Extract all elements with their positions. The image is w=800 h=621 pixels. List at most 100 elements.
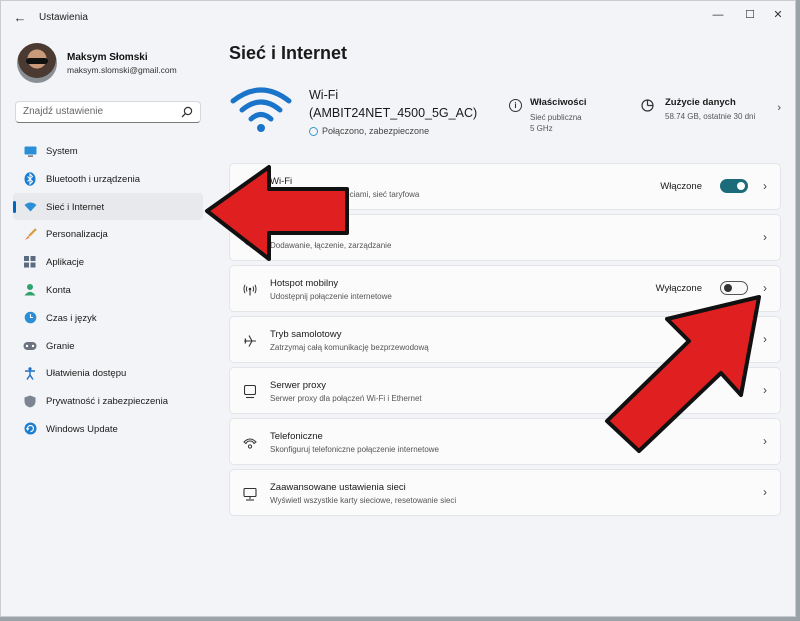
card-title: Zaawansowane ustawienia sieci (270, 482, 406, 493)
sidebar-item-personalization[interactable]: Personalizacja (13, 220, 203, 248)
wifi-card[interactable]: Wi-Fi Zarządzaj znanymi sieciami, sieć t… (229, 163, 781, 210)
sidebar-item-gaming[interactable]: Granie (13, 332, 203, 360)
airplane-icon (242, 333, 258, 349)
wifi-name-line2: (AMBIT24NET_4500_5G_AC) (309, 106, 478, 120)
page-title: Sieć i Internet (229, 43, 348, 63)
shield-icon (23, 394, 37, 408)
dialup-card[interactable]: Telefoniczne Skonfiguruj telefoniczne po… (229, 418, 781, 465)
close-button[interactable]: ✕ (767, 7, 789, 23)
sidebar-item-apps[interactable]: Aplikacje (13, 248, 203, 276)
vpn-card[interactable]: VPN Dodawanie, łączenie, zarządzanie › (229, 214, 781, 261)
hotspot-state-label: Wyłączone (655, 283, 702, 294)
sidebar-item-label: Prywatność i zabezpieczenia (46, 396, 168, 408)
proxy-icon (242, 384, 258, 400)
sidebar-item-label: Aplikacje (46, 257, 85, 269)
sidebar-item-label: System (46, 146, 78, 157)
chevron-right-icon: › (763, 179, 767, 193)
card-subtitle: Wyświetl wszystkie karty sieciowe, reset… (270, 496, 457, 505)
search-box[interactable] (15, 101, 201, 123)
card-title: Hotspot mobilny (270, 278, 339, 289)
network-icon (23, 200, 37, 214)
info-icon: i (509, 99, 522, 112)
sidebar-item-windows-update[interactable]: Windows Update (13, 415, 203, 443)
search-icon[interactable] (181, 106, 193, 118)
advanced-network-card[interactable]: Zaawansowane ustawienia sieci Wyświetl w… (229, 469, 781, 516)
user-name: Maksym Słomski (67, 52, 148, 63)
sidebar-item-bluetooth[interactable]: Bluetooth i urządzenia (13, 165, 203, 193)
hotspot-icon (242, 282, 258, 298)
minimize-button[interactable]: — (707, 7, 729, 23)
sidebar-item-label: Sieć i Internet (46, 201, 105, 213)
card-subtitle: Dodawanie, łączenie, zarządzanie (270, 241, 392, 250)
sidebar-item-network[interactable]: Sieć i Internet (13, 192, 203, 221)
sidebar-item-time-language[interactable]: Czas i język (13, 304, 203, 332)
properties-network-type: Sieć publiczna (530, 113, 582, 122)
sidebar: Maksym Słomski maksym.slomski@gmail.com … (1, 35, 213, 616)
properties-title: Właściwości (530, 97, 587, 108)
sidebar-item-label: Personalizacja (46, 229, 108, 241)
data-usage-link[interactable]: Zużycie danych 58.74 GB, ostatnie 30 dni… (641, 93, 785, 137)
wifi-icon (242, 180, 258, 196)
wifi-large-icon (230, 87, 292, 132)
update-icon (23, 422, 37, 436)
card-subtitle: Zatrzymaj całą komunikację bezprzewodową (270, 343, 429, 352)
title-bar: ← Ustawienia — ☐ ✕ (1, 1, 795, 35)
maximize-button[interactable]: ☐ (739, 7, 761, 23)
sidebar-item-label: Windows Update (46, 423, 118, 435)
sidebar-item-accounts[interactable]: Konta (13, 276, 203, 304)
card-title: Serwer proxy (270, 380, 326, 391)
card-title: Telefoniczne (270, 431, 323, 442)
wifi-summary: Wi-Fi (AMBIT24NET_4500_5G_AC) Połączono,… (229, 77, 785, 137)
properties-details: Sieć publiczna 5 GHz (530, 112, 582, 134)
bluetooth-icon (23, 171, 37, 186)
hotspot-card[interactable]: Hotspot mobilny Udostępnij połączenie in… (229, 265, 781, 312)
sidebar-item-label: Czas i język (46, 312, 97, 324)
wifi-status-text: Połączono, zabezpieczone (322, 126, 430, 136)
gamepad-icon (23, 339, 37, 353)
chevron-right-icon: › (763, 230, 767, 244)
properties-link[interactable]: i Właściwości Sieć publiczna 5 GHz (509, 93, 619, 137)
main-content: Sieć i Internet Wi-Fi (AMBIT24NET_4500_5… (229, 35, 785, 616)
wifi-network-name: Wi-Fi (AMBIT24NET_4500_5G_AC) (309, 86, 477, 122)
advanced-network-icon (242, 486, 258, 502)
chevron-right-icon: › (763, 332, 767, 346)
properties-band: 5 GHz (530, 124, 553, 133)
sidebar-item-label: Ułatwienia dostępu (46, 368, 127, 380)
data-usage-amount: 58.74 GB, ostatnie 30 dni (665, 112, 756, 121)
accessibility-icon (23, 366, 37, 380)
card-title: Wi-Fi (270, 176, 293, 187)
dialup-icon (242, 435, 258, 451)
wifi-name-line1: Wi-Fi (309, 88, 339, 102)
sidebar-item-label: Bluetooth i urządzenia (46, 173, 141, 185)
settings-window: ← Ustawienia — ☐ ✕ Maksym Słomski maksym… (0, 0, 796, 617)
back-arrow-icon[interactable]: ← (11, 10, 29, 26)
avatar[interactable] (17, 43, 57, 83)
proxy-card[interactable]: Serwer proxy Serwer proxy dla połączeń W… (229, 367, 781, 414)
toggle-knob (724, 284, 732, 292)
toggle-knob (737, 182, 745, 190)
wifi-status: Połączono, zabezpieczone (309, 126, 429, 136)
hotspot-toggle[interactable] (720, 281, 748, 295)
sunglasses-icon (26, 58, 48, 64)
active-indicator (13, 200, 16, 213)
card-subtitle: Serwer proxy dla połączeń Wi-Fi i Ethern… (270, 394, 422, 403)
sidebar-item-label: Granie (46, 340, 75, 352)
card-title: Tryb samolotowy (270, 329, 342, 340)
sidebar-item-privacy[interactable]: Prywatność i zabezpieczenia (13, 387, 203, 415)
airplane-mode-card[interactable]: Tryb samolotowy Zatrzymaj całą komunikac… (229, 316, 781, 363)
brush-icon (23, 227, 37, 241)
card-title: VPN (270, 227, 290, 238)
search-input[interactable] (23, 106, 173, 117)
pie-chart-icon (641, 99, 654, 112)
sidebar-item-accessibility[interactable]: Ułatwienia dostępu (13, 359, 203, 387)
apps-icon (23, 255, 37, 269)
wifi-toggle[interactable] (720, 179, 748, 193)
chevron-right-icon: › (763, 434, 767, 448)
chevron-right-icon: › (763, 281, 767, 295)
sidebar-nav: System Bluetooth i urządzenia Sieć i Int… (13, 137, 203, 443)
sidebar-item-system[interactable]: System (13, 137, 203, 165)
card-subtitle: Skonfiguruj telefoniczne połączenie inte… (270, 445, 439, 454)
sidebar-item-label: Konta (46, 284, 71, 296)
vpn-shield-icon (242, 231, 258, 247)
monitor-icon (23, 144, 37, 158)
